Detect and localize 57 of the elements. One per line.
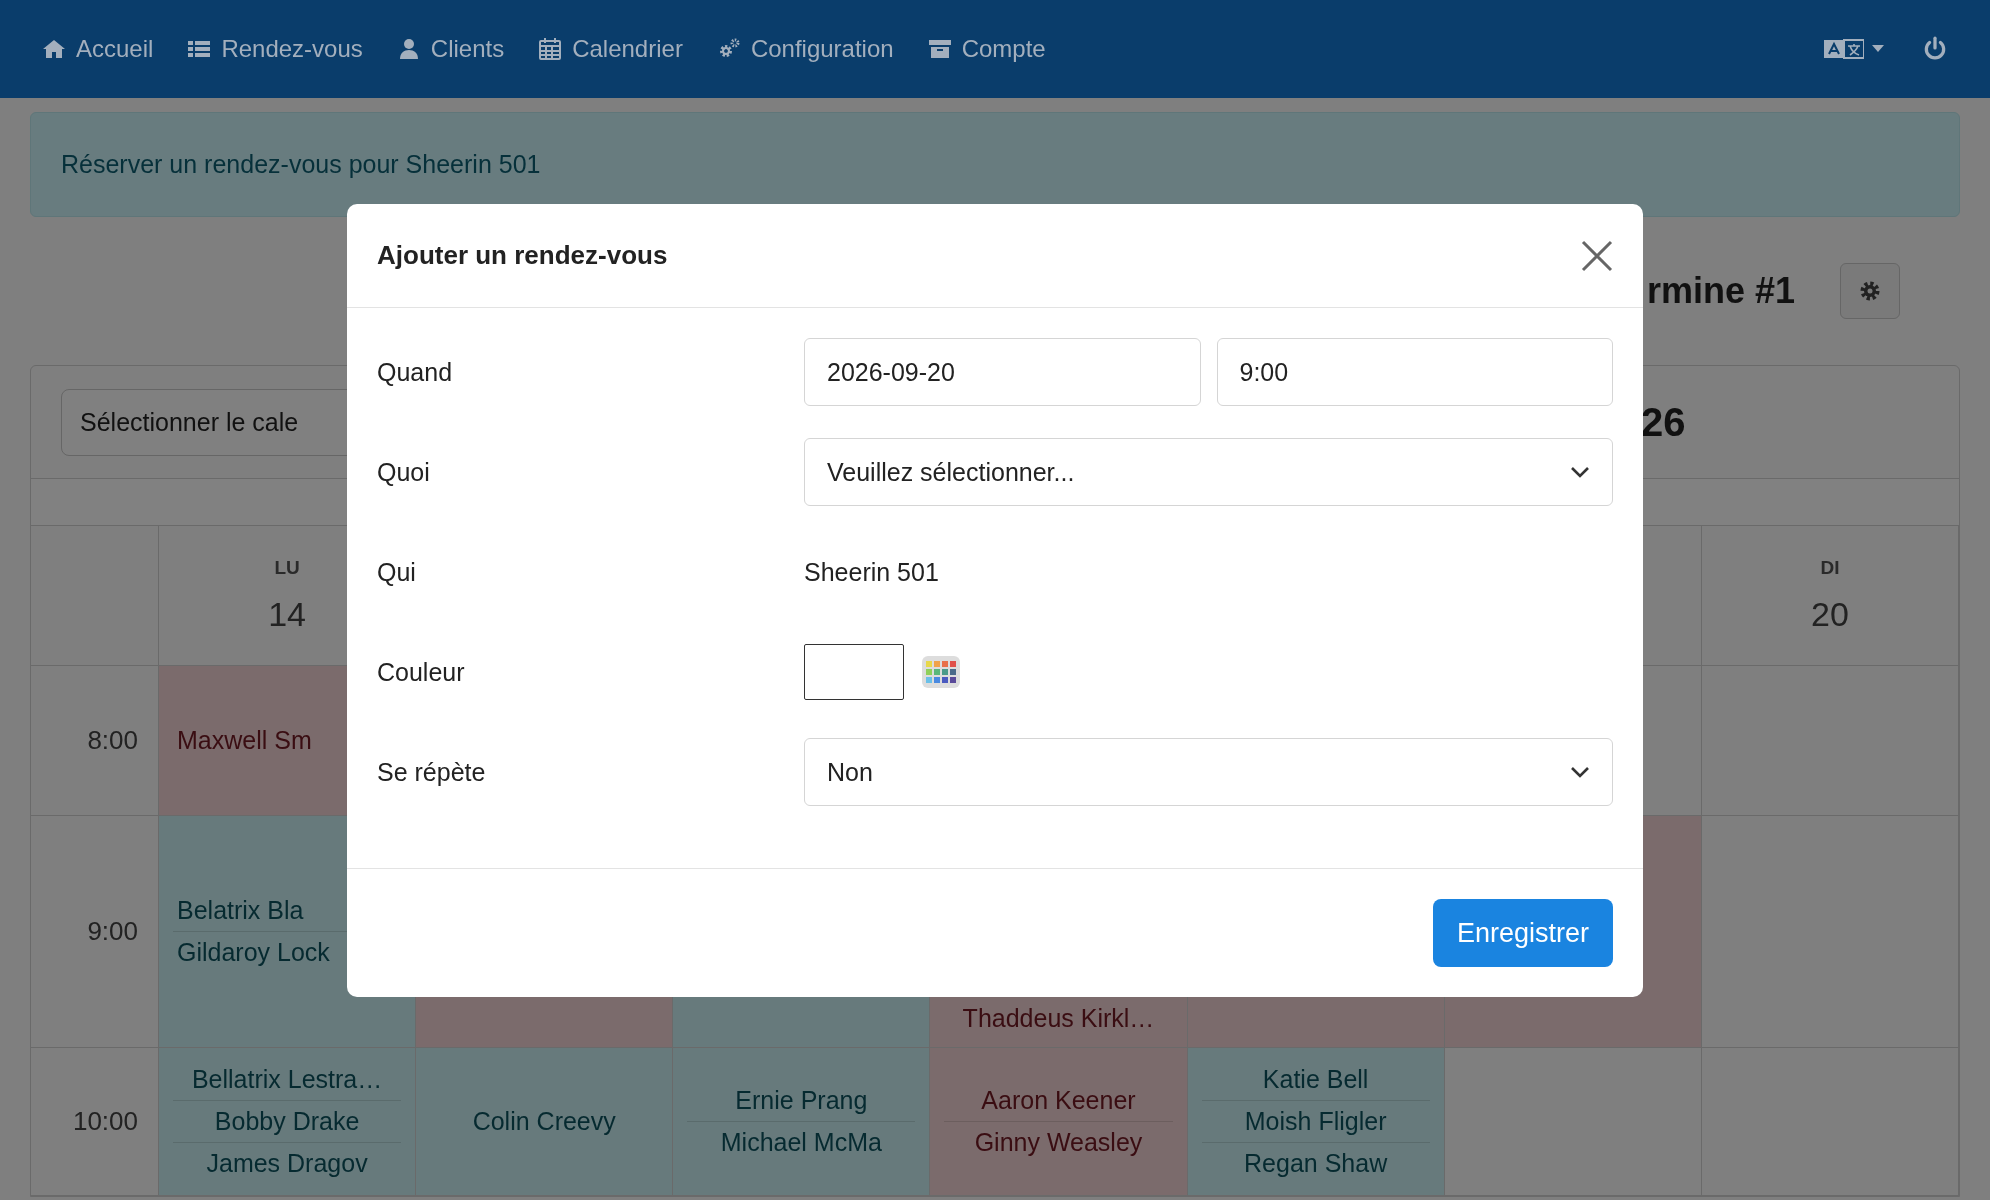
appointment-name[interactable]: Moish Fligler <box>1201 1100 1430 1142</box>
client-name: Sheerin 501 <box>804 557 940 587</box>
time-field[interactable]: 9:00 <box>1216 338 1613 406</box>
day-number: 20 <box>1811 595 1849 634</box>
nav-link[interactable]: Rendez-vous <box>187 35 363 63</box>
appointment-slot[interactable]: Katie Bell Moish Fligler Regan Shaw <box>1187 1048 1445 1196</box>
calendar-heading: rmine #1 <box>1646 270 1795 312</box>
calendar-icon <box>538 37 563 61</box>
save-button[interactable]: Enregistrer <box>1432 899 1613 967</box>
home-icon <box>42 37 66 61</box>
palette-icon[interactable] <box>922 656 960 688</box>
appointment-name[interactable]: Bellatrix Lestra… <box>173 1059 402 1100</box>
appointment-slot[interactable]: Bellatrix Lestra… Bobby Drake James Dragov <box>159 1048 417 1196</box>
field-label: Quoi <box>377 457 431 487</box>
nav-link[interactable]: Calendrier <box>538 35 683 63</box>
nav-link[interactable]: Accueil <box>42 35 154 63</box>
field-label: Quand <box>377 357 454 387</box>
settings-icon <box>1858 279 1882 303</box>
close-icon <box>1581 239 1613 272</box>
nav-link[interactable]: Compte <box>927 35 1046 63</box>
appointment-slot[interactable]: Aaron Keener Ginny Weasley <box>930 1048 1188 1196</box>
period-label: 26 <box>1641 399 1687 445</box>
chevron-icon <box>1570 766 1590 778</box>
appointment-name[interactable]: Aaron Keener <box>944 1080 1173 1121</box>
modal-title: Ajouter un rendez-vous <box>377 240 668 271</box>
appointment-name[interactable]: Colin Creevy <box>430 1101 659 1142</box>
appointment-name[interactable]: Katie Bell <box>1201 1059 1430 1100</box>
field-label: Qui <box>377 557 417 587</box>
close-button[interactable] <box>1581 239 1613 272</box>
color-swatch[interactable] <box>804 644 904 700</box>
appointment-name[interactable]: Thaddeus Kirkl… <box>944 998 1173 1039</box>
appointment-slot[interactable]: Colin Creevy <box>416 1048 674 1196</box>
appointment-name[interactable]: Michael McMa <box>687 1121 916 1163</box>
appointment-name[interactable]: Regan Shaw <box>1201 1142 1430 1184</box>
language-icon[interactable] <box>1824 37 1864 61</box>
appointment-name[interactable]: Ernie Prang <box>687 1080 916 1121</box>
nav-link[interactable]: Configuration <box>716 35 894 63</box>
time-label: 10:00 <box>72 1106 138 1137</box>
weekday-label: DI <box>1820 557 1840 579</box>
appointment-name[interactable]: Ginny Weasley <box>944 1121 1173 1163</box>
archive-icon <box>927 37 952 61</box>
weekday-label: LU <box>274 557 300 579</box>
time-label: 9:00 <box>87 916 138 947</box>
appointment-name[interactable]: Bobby Drake <box>173 1100 402 1142</box>
select-field[interactable]: Non <box>804 738 1613 806</box>
alert-message: Réserver un rendez-vous pour Sheerin 501 <box>61 150 541 179</box>
time-label: 8:00 <box>87 725 138 756</box>
appointment-name[interactable]: James Dragov <box>173 1142 402 1184</box>
nav-link[interactable]: Clients <box>396 35 505 63</box>
date-field[interactable]: 2026-09-20 <box>804 338 1201 406</box>
settings-button[interactable] <box>1840 263 1900 319</box>
caret-icon[interactable] <box>1872 45 1884 53</box>
power-icon[interactable] <box>1922 36 1948 62</box>
day-number: 14 <box>268 595 306 634</box>
chevron-icon <box>1570 466 1590 478</box>
select-field[interactable]: Veuillez sélectionner... <box>804 438 1613 506</box>
appointment-slot[interactable]: Ernie Prang Michael McMa <box>673 1048 931 1196</box>
